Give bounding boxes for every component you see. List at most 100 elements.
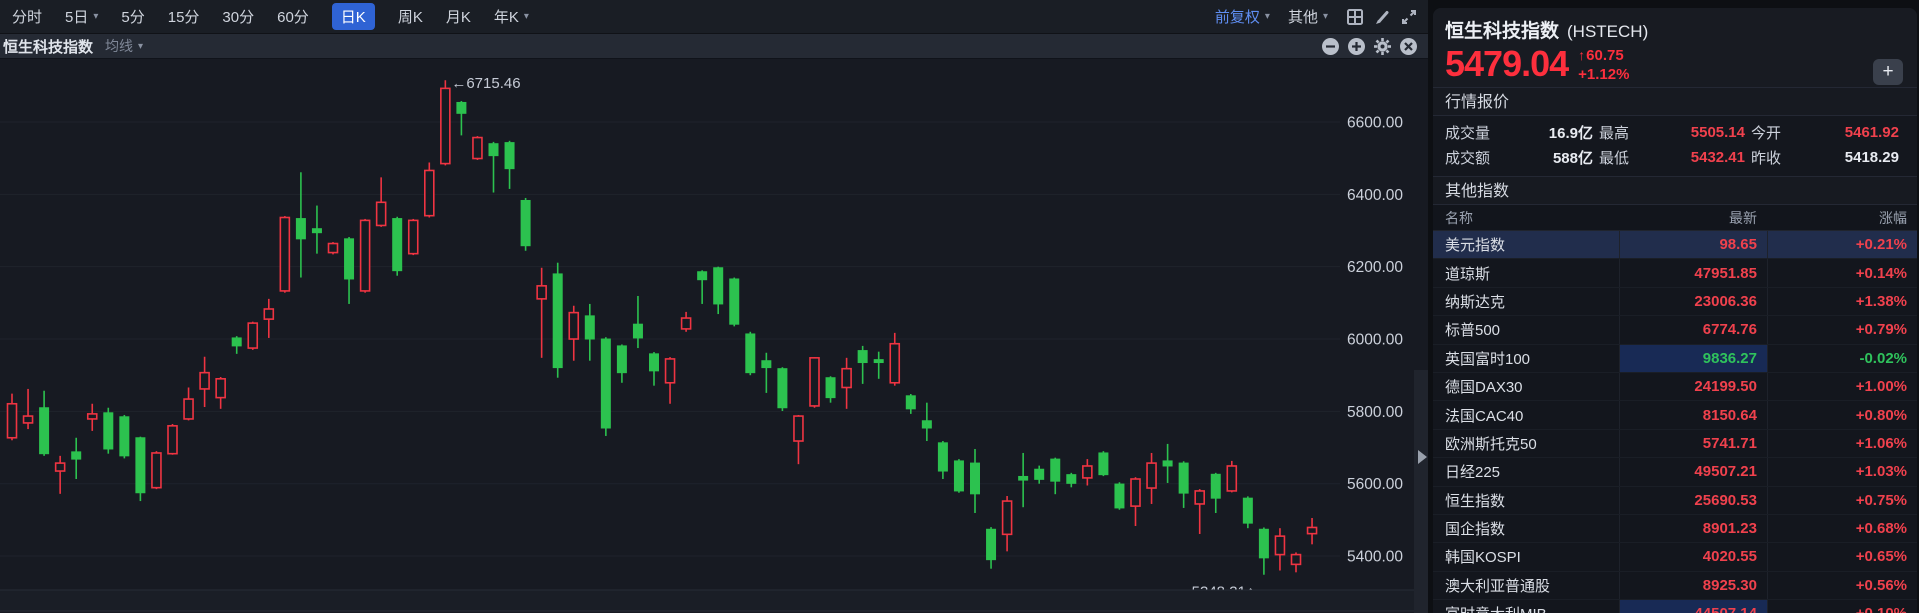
chart-section: 分时 5日▾ 5分 15分 30分 60分 日K 周K 月K 年K▾ 前复权 ▾… (0, 0, 1428, 613)
col-change: 涨幅 (1767, 208, 1917, 228)
index-row-last: 6774.76 (1619, 316, 1767, 343)
indices-table-header: 名称 最新 涨幅 (1433, 205, 1917, 231)
adjust-label: 前复权 (1215, 6, 1260, 27)
quote-label: 成交量 (1445, 122, 1507, 143)
quote-value: 16.9亿 (1507, 122, 1599, 143)
adjust-dropdown[interactable]: 前复权 ▾ (1215, 6, 1270, 27)
period-tab[interactable]: 5日▾ (65, 6, 98, 27)
close-icon[interactable] (1399, 37, 1418, 56)
index-row[interactable]: 美元指数 98.65 +0.21% (1433, 231, 1917, 259)
svg-text:6600.00: 6600.00 (1347, 115, 1403, 132)
svg-text:5400.00: 5400.00 (1347, 549, 1403, 566)
index-row[interactable]: 韩国KOSPI 4020.55 +0.65% (1433, 543, 1917, 571)
zoom-in-icon[interactable] (1347, 37, 1366, 56)
index-row-name: 国企指数 (1433, 518, 1619, 539)
svg-text:←6715.46: ←6715.46 (451, 75, 520, 92)
chevron-down-icon: ▾ (524, 11, 529, 22)
index-row-name: 纳斯达克 (1433, 291, 1619, 312)
index-row-change: +0.75% (1767, 487, 1917, 514)
period-tab[interactable]: 5分 (121, 6, 144, 27)
index-row[interactable]: 英国富时100 9836.27 -0.02% (1433, 345, 1917, 373)
index-row-change: +0.65% (1767, 543, 1917, 570)
index-row-name: 德国DAX30 (1433, 376, 1619, 397)
svg-text:5600.00: 5600.00 (1347, 476, 1403, 493)
index-row-change: +0.68% (1767, 515, 1917, 542)
index-row-name: 富时意大利MIB (1433, 603, 1619, 613)
index-row-last: 44507.14 (1619, 600, 1767, 613)
index-row[interactable]: 恒生指数 25690.53 +0.75% (1433, 487, 1917, 515)
ma-label: 均线 (105, 36, 133, 56)
index-row-last: 8150.64 (1619, 401, 1767, 428)
add-watchlist-button[interactable]: + (1873, 59, 1903, 85)
layout-grid-icon[interactable] (1346, 8, 1364, 26)
chevron-down-icon: ▾ (138, 41, 143, 52)
svg-text:6000.00: 6000.00 (1347, 332, 1403, 349)
index-row-last: 49507.21 (1619, 458, 1767, 485)
index-row[interactable]: 纳斯达克 23006.36 +1.38% (1433, 288, 1917, 316)
index-row-last: 24199.50 (1619, 373, 1767, 400)
index-row-last: 23006.36 (1619, 288, 1767, 315)
index-row[interactable]: 德国DAX30 24199.50 +1.00% (1433, 373, 1917, 401)
index-row-last: 8901.23 (1619, 515, 1767, 542)
chevron-down-icon: ▾ (1323, 11, 1328, 22)
last-price: 5479.04 (1445, 45, 1568, 83)
price-change-pct: +1.12% (1578, 66, 1629, 83)
quote-label: 最高 (1599, 122, 1651, 143)
index-row-name: 英国富时100 (1433, 348, 1619, 369)
index-row-change: +0.21% (1767, 231, 1917, 258)
index-row-name: 澳大利亚普通股 (1433, 575, 1619, 596)
index-row-last: 4020.55 (1619, 543, 1767, 570)
zoom-out-icon[interactable] (1321, 37, 1340, 56)
indices-section-header: 其他指数 (1433, 176, 1917, 205)
toolbar-right: 前复权 ▾ 其他 ▾ (1215, 6, 1418, 27)
period-tab[interactable]: 年K▾ (494, 6, 529, 27)
period-tab[interactable]: 月K (446, 6, 471, 27)
index-row-last: 98.65 (1619, 231, 1767, 258)
period-tab[interactable]: 分时 (12, 6, 42, 27)
period-tab[interactable]: 15分 (168, 6, 200, 27)
quote-panel: 恒生科技指数 (HSTECH) 5479.04 ↑60.75 +1.12% + … (1433, 8, 1917, 613)
quote-value: 5461.92 (1803, 124, 1905, 141)
ma-dropdown[interactable]: 均线 ▾ (105, 36, 143, 56)
panel-header: 恒生科技指数 (HSTECH) 5479.04 ↑60.75 +1.12% + (1433, 8, 1917, 87)
period-tab[interactable]: 60分 (277, 6, 309, 27)
quote-value: 5432.41 (1651, 149, 1751, 166)
index-row-last: 47951.85 (1619, 259, 1767, 286)
other-dropdown[interactable]: 其他 ▾ (1288, 6, 1328, 27)
index-row[interactable]: 道琼斯 47951.85 +0.14% (1433, 259, 1917, 287)
quote-row: 成交额588亿最低5432.41昨收5418.29 (1445, 145, 1905, 170)
index-row[interactable]: 富时意大利MIB 44507.14 +0.10% (1433, 600, 1917, 613)
index-row[interactable]: 日经225 49507.21 +1.03% (1433, 458, 1917, 486)
period-tab[interactable]: 30分 (222, 6, 254, 27)
index-row-name: 日经225 (1433, 461, 1619, 482)
quote-row: 成交量16.9亿最高5505.14今开5461.92 (1445, 120, 1905, 145)
index-row[interactable]: 标普500 6774.76 +0.79% (1433, 316, 1917, 344)
index-row[interactable]: 澳大利亚普通股 8925.30 +0.56% (1433, 572, 1917, 600)
index-row-change: +1.38% (1767, 288, 1917, 315)
svg-text:6200.00: 6200.00 (1347, 259, 1403, 276)
quote-value: 5418.29 (1803, 149, 1905, 166)
index-row-change: +0.79% (1767, 316, 1917, 343)
up-arrow-icon: ↑ (1578, 47, 1585, 63)
fullscreen-icon[interactable] (1400, 8, 1418, 26)
quote-section-header: 行情报价 (1433, 87, 1917, 116)
index-row-last: 8925.30 (1619, 572, 1767, 599)
index-name: 恒生科技指数 (1445, 16, 1559, 43)
index-row-last: 5741.71 (1619, 430, 1767, 457)
period-tab[interactable]: 日K (332, 3, 375, 30)
index-row[interactable]: 欧洲斯托克50 5741.71 +1.06% (1433, 430, 1917, 458)
index-row[interactable]: 法国CAC40 8150.64 +0.80% (1433, 401, 1917, 429)
index-row-change: +0.56% (1767, 572, 1917, 599)
candlestick-chart[interactable]: 6600.006400.006200.006000.005800.005600.… (0, 60, 1428, 613)
draw-brush-icon[interactable] (1373, 8, 1391, 26)
quote-grid: 成交量16.9亿最高5505.14今开5461.92成交额588亿最低5432.… (1433, 116, 1917, 176)
index-row-change: -0.02% (1767, 345, 1917, 372)
index-row-name: 韩国KOSPI (1433, 546, 1619, 567)
settings-gear-icon[interactable] (1373, 37, 1392, 56)
index-row-change: +1.00% (1767, 373, 1917, 400)
index-symbol: (HSTECH) (1567, 22, 1648, 42)
other-label: 其他 (1288, 6, 1318, 27)
period-tab[interactable]: 周K (398, 6, 423, 27)
svg-text:5800.00: 5800.00 (1347, 404, 1403, 421)
index-row[interactable]: 国企指数 8901.23 +0.68% (1433, 515, 1917, 543)
